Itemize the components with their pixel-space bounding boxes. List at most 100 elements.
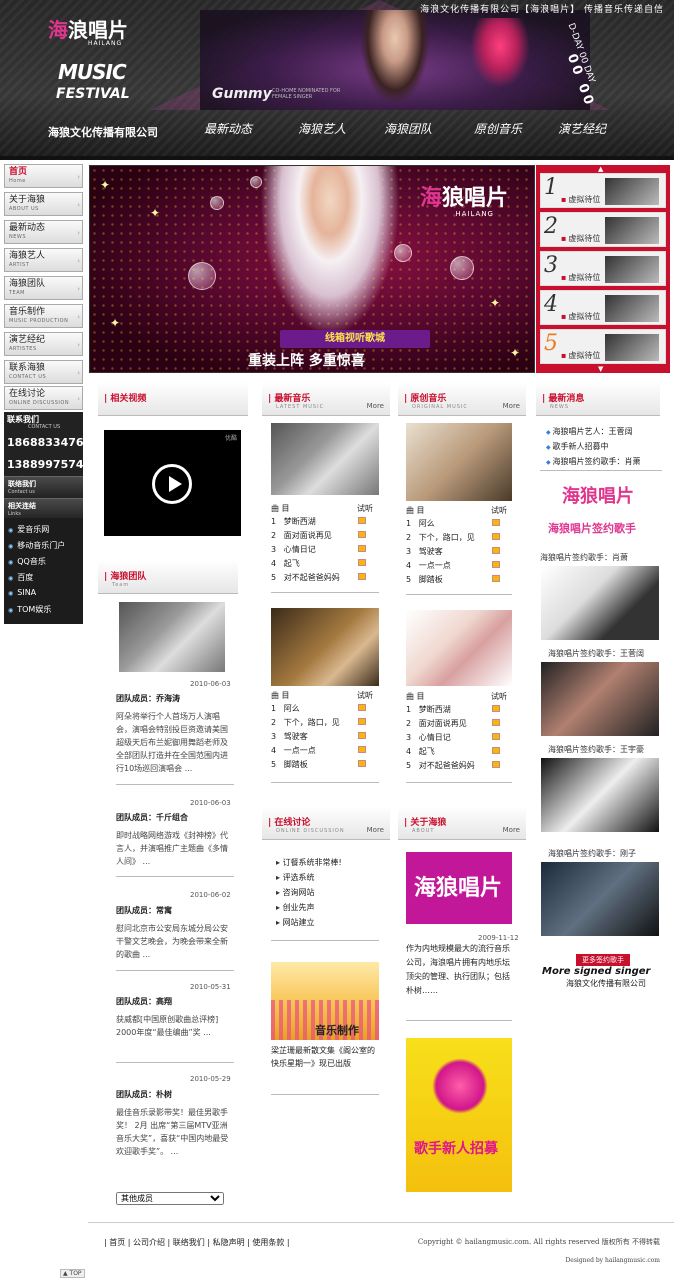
song-row[interactable]: 4 起飞 (271, 558, 300, 569)
speaker-icon[interactable] (492, 733, 500, 740)
link-mobile-music[interactable]: 移动音乐门户 (8, 540, 65, 551)
song-row[interactable]: 5 对不起爸爸妈妈 (271, 572, 340, 583)
singer-photo[interactable] (541, 758, 659, 832)
singer-caption[interactable]: 海狼唱片签约歌手：王宇豪 (548, 744, 644, 755)
speaker-icon[interactable] (492, 575, 500, 582)
speaker-icon[interactable] (492, 547, 500, 554)
speaker-icon[interactable] (358, 732, 366, 739)
speaker-icon[interactable] (492, 705, 500, 712)
link-qq-music[interactable]: QQ音乐 (8, 556, 46, 567)
artist-item[interactable]: 2虚拟待位 (540, 212, 666, 247)
speaker-icon[interactable] (492, 519, 500, 526)
discussion-item[interactable]: 评选系统 (276, 872, 315, 883)
sidebar-item-artist[interactable]: 海狼艺人 ARTIST › (4, 248, 83, 272)
more-link[interactable]: More (367, 402, 384, 410)
sidebar-item-team[interactable]: 海狼团队 TEAM › (4, 276, 83, 300)
about-logo-image[interactable]: 海狼唱片 (406, 852, 512, 924)
song-row[interactable]: 4 起飞 (406, 746, 435, 757)
album-cover[interactable] (271, 608, 379, 686)
team-member-select[interactable]: 其他成员 (116, 1192, 224, 1205)
nav-original-music[interactable]: 原创音乐 (474, 120, 522, 137)
singer-photo[interactable] (541, 662, 659, 736)
site-logo[interactable]: 海浪唱片 HAILANG MUSIC FESTIVAL (48, 14, 158, 104)
team-member-name[interactable]: 团队成员：常寓 (116, 905, 172, 916)
sidebar-item-news[interactable]: 最新动态 NEWS › (4, 220, 83, 244)
song-row[interactable]: 1 梦断西湖 (406, 704, 451, 715)
song-row[interactable]: 3 心情日记 (271, 544, 316, 555)
team-member-photo[interactable] (119, 602, 225, 672)
sidebar-item-music-production[interactable]: 音乐制作 MUSIC PRODUCTION › (4, 304, 83, 328)
link-tom[interactable]: TOM娱乐 (8, 604, 51, 615)
artist-item[interactable]: 4虚拟待位 (540, 290, 666, 325)
song-row[interactable]: 5 脚踏板 (406, 574, 443, 585)
song-row[interactable]: 2 下个，路口，见 (271, 717, 340, 728)
singer-photo[interactable] (541, 566, 659, 640)
more-link[interactable]: More (503, 826, 520, 834)
song-row[interactable]: 3 驾驶客 (271, 731, 308, 742)
discussion-item[interactable]: 咨询网站 (276, 887, 315, 898)
artist-item[interactable]: 1虚拟待位 (540, 173, 666, 208)
song-row[interactable]: 2 面对面说再见 (406, 718, 467, 729)
sidebar-item-contact[interactable]: 联系海狼 CONTACT US › (4, 360, 83, 384)
nav-artists[interactable]: 海狼艺人 (298, 120, 346, 137)
speaker-icon[interactable] (492, 761, 500, 768)
artist-item[interactable]: 3虚拟待位 (540, 251, 666, 286)
song-row[interactable]: 3 驾驶客 (406, 546, 443, 557)
speaker-icon[interactable] (358, 545, 366, 552)
team-member-name[interactable]: 团队成员：乔海涛 (116, 693, 180, 704)
singer-caption[interactable]: 海狼唱片签约歌手：肖萧 (540, 552, 628, 563)
speaker-icon[interactable] (358, 746, 366, 753)
singer-caption[interactable]: 海狼唱片签约歌手：王菅阔 (548, 648, 644, 659)
recruit-poster[interactable]: 歌手新人招募 (406, 1038, 512, 1192)
song-row[interactable]: 2 面对面说再见 (271, 530, 332, 541)
video-player[interactable]: 优酷 (104, 430, 241, 536)
nav-news[interactable]: 最新动态 (204, 120, 252, 137)
speaker-icon[interactable] (358, 718, 366, 725)
artist-item[interactable]: 5虚拟待位 (540, 329, 666, 364)
sidebar-item-about[interactable]: 关于海狼 ABOUT US › (4, 192, 83, 216)
contact-us-header[interactable]: 联络我们 Contact us (4, 476, 83, 498)
scroll-up-icon[interactable]: ▲ (598, 165, 603, 173)
discussion-item[interactable]: 订餐系统非常棒! (276, 857, 342, 868)
sidebar-item-home[interactable]: 首页 Home › (4, 164, 83, 188)
song-row[interactable]: 4 一点一点 (271, 745, 316, 756)
speaker-icon[interactable] (358, 517, 366, 524)
album-cover[interactable] (406, 423, 512, 501)
more-singers-badge[interactable]: 更多签约歌手 (576, 954, 630, 966)
discussion-item[interactable]: 创业先声 (276, 902, 315, 913)
speaker-icon[interactable] (358, 559, 366, 566)
song-row[interactable]: 1 阿么 (271, 703, 300, 714)
song-row[interactable]: 2 下个，路口，见 (406, 532, 475, 543)
sidebar-item-discussion[interactable]: 在线讨论 ONLINE DISCUSSION › (4, 386, 83, 410)
speaker-icon[interactable] (358, 531, 366, 538)
news-item[interactable]: 歌手新人招募中 (546, 441, 609, 452)
back-to-top-button[interactable]: ▲ TOP (60, 1269, 85, 1278)
speaker-icon[interactable] (358, 573, 366, 580)
speaker-icon[interactable] (358, 704, 366, 711)
nav-management[interactable]: 演艺经纪 (558, 120, 606, 137)
nav-team[interactable]: 海狼团队 (384, 120, 432, 137)
speaker-icon[interactable] (492, 533, 500, 540)
team-member-name[interactable]: 团队成员：千斤组合 (116, 812, 188, 823)
poster-caption[interactable]: 梁芷珊最新散文集《阁公室的快乐星期一》现已出版 (271, 1044, 381, 1070)
team-member-name[interactable]: 团队成员：朴树 (116, 1089, 172, 1100)
more-link[interactable]: More (367, 826, 384, 834)
song-row[interactable]: 4 一点一点 (406, 560, 451, 571)
album-cover[interactable] (271, 423, 379, 495)
song-row[interactable]: 3 心情日记 (406, 732, 451, 743)
news-item[interactable]: 海狼唱片签约歌手：肖萧 (546, 456, 641, 467)
sidebar-item-artistes[interactable]: 演艺经纪 ARTISTES › (4, 332, 83, 356)
discussion-item[interactable]: 网站建立 (276, 917, 315, 928)
song-row[interactable]: 1 梦断西湖 (271, 516, 316, 527)
album-cover[interactable] (406, 610, 512, 686)
speaker-icon[interactable] (358, 760, 366, 767)
play-icon[interactable] (152, 464, 192, 504)
news-item[interactable]: 海狼唱片艺人：王菅阔 (546, 426, 633, 437)
speaker-icon[interactable] (492, 561, 500, 568)
team-member-name[interactable]: 团队成员：高翔 (116, 996, 172, 1007)
speaker-icon[interactable] (492, 719, 500, 726)
song-row[interactable]: 5 脚踏板 (271, 759, 308, 770)
more-link[interactable]: More (503, 402, 520, 410)
song-row[interactable]: 1 阿么 (406, 518, 435, 529)
link-aimusic[interactable]: 爱音乐网 (8, 524, 49, 535)
